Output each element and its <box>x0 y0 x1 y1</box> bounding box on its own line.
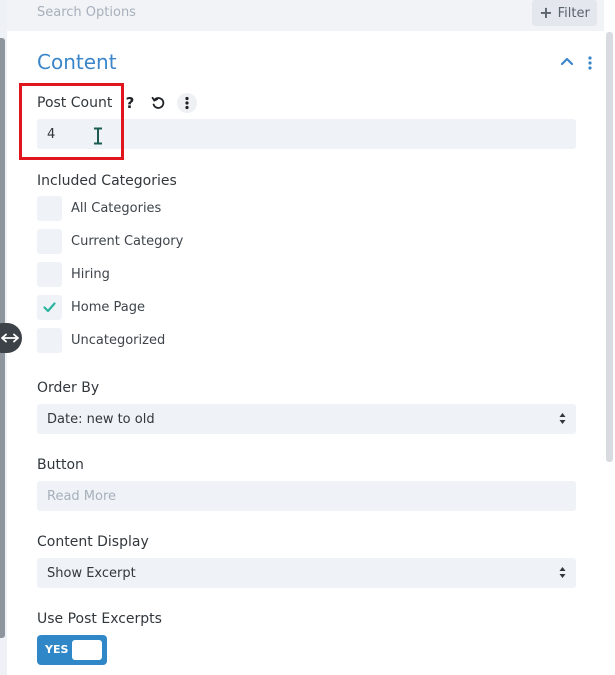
use-post-excerpts-toggle[interactable]: YES <box>37 635 107 665</box>
filter-label: Filter <box>557 5 590 21</box>
checkbox[interactable] <box>37 229 62 254</box>
vertical-dots-icon[interactable] <box>177 93 197 113</box>
content-display-label: Content Display <box>37 534 149 550</box>
checkbox[interactable] <box>37 295 62 320</box>
checkmark-icon <box>43 302 56 313</box>
included-categories-label: Included Categories <box>37 173 177 189</box>
vertical-dots-icon[interactable] <box>587 56 593 70</box>
order-by-select[interactable]: Date: new to old <box>37 404 576 434</box>
double-arrow-icon <box>1 333 19 343</box>
button-label: Button <box>37 457 84 473</box>
content-display-value: Show Excerpt <box>47 565 136 581</box>
checkbox-label: Home Page <box>71 300 145 315</box>
button-text-input[interactable]: Read More <box>37 481 576 511</box>
content-display-select[interactable]: Show Excerpt <box>37 558 576 588</box>
search-input[interactable]: Search Options <box>37 5 136 20</box>
section-title[interactable]: Content <box>37 50 117 74</box>
reset-icon[interactable] <box>148 93 168 113</box>
checkbox-label: All Categories <box>71 201 162 216</box>
select-arrows-icon <box>559 567 566 578</box>
order-by-value: Date: new to old <box>47 411 155 427</box>
chevron-up-icon[interactable] <box>560 56 574 66</box>
order-by-label: Order By <box>37 380 100 396</box>
use-post-excerpts-label: Use Post Excerpts <box>37 611 162 627</box>
button-text-placeholder: Read More <box>47 488 117 504</box>
plus-icon: + <box>539 3 553 22</box>
filter-button[interactable]: + Filter <box>532 0 597 26</box>
checkbox[interactable] <box>37 328 62 353</box>
highlight-box <box>19 83 124 160</box>
checkbox[interactable] <box>37 262 62 287</box>
toggle-state-label: YES <box>45 643 69 656</box>
panel-resize-handle[interactable] <box>0 323 22 353</box>
select-arrows-icon <box>559 413 566 424</box>
checkbox[interactable] <box>37 196 62 221</box>
checkbox-label: Current Category <box>71 234 184 249</box>
toggle-knob <box>72 640 102 660</box>
checkbox-label: Uncategorized <box>71 333 166 348</box>
right-scrollbar[interactable] <box>606 32 613 462</box>
search-bar: Search Options + Filter <box>7 0 604 31</box>
checkbox-label: Hiring <box>71 267 110 282</box>
